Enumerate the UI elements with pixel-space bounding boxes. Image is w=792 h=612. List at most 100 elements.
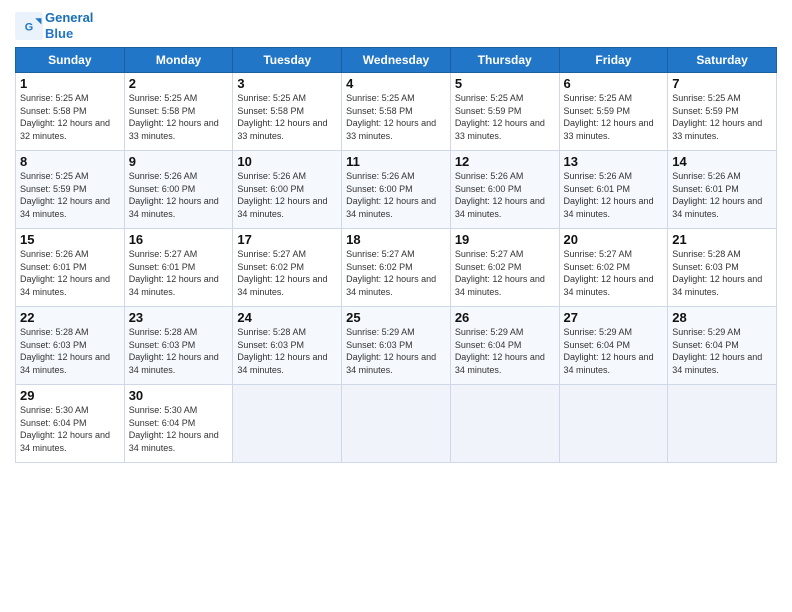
- calendar-cell: 12 Sunrise: 5:26 AMSunset: 6:00 PMDaylig…: [450, 151, 559, 229]
- day-number: 1: [20, 76, 120, 91]
- day-info: Sunrise: 5:26 AMSunset: 6:00 PMDaylight:…: [237, 171, 327, 219]
- calendar-cell: 10 Sunrise: 5:26 AMSunset: 6:00 PMDaylig…: [233, 151, 342, 229]
- calendar-cell: 8 Sunrise: 5:25 AMSunset: 5:59 PMDayligh…: [16, 151, 125, 229]
- calendar-cell: [668, 385, 777, 463]
- day-info: Sunrise: 5:27 AMSunset: 6:01 PMDaylight:…: [129, 249, 219, 297]
- day-info: Sunrise: 5:25 AMSunset: 5:58 PMDaylight:…: [346, 93, 436, 141]
- day-number: 30: [129, 388, 229, 403]
- day-info: Sunrise: 5:26 AMSunset: 6:01 PMDaylight:…: [20, 249, 110, 297]
- day-number: 22: [20, 310, 120, 325]
- day-number: 6: [564, 76, 664, 91]
- calendar-cell: 22 Sunrise: 5:28 AMSunset: 6:03 PMDaylig…: [16, 307, 125, 385]
- col-friday: Friday: [559, 48, 668, 73]
- calendar-cell: 3 Sunrise: 5:25 AMSunset: 5:58 PMDayligh…: [233, 73, 342, 151]
- day-info: Sunrise: 5:28 AMSunset: 6:03 PMDaylight:…: [672, 249, 762, 297]
- day-number: 25: [346, 310, 446, 325]
- day-number: 12: [455, 154, 555, 169]
- day-info: Sunrise: 5:25 AMSunset: 5:59 PMDaylight:…: [20, 171, 110, 219]
- day-number: 2: [129, 76, 229, 91]
- day-number: 4: [346, 76, 446, 91]
- calendar-cell: 23 Sunrise: 5:28 AMSunset: 6:03 PMDaylig…: [124, 307, 233, 385]
- day-info: Sunrise: 5:29 AMSunset: 6:04 PMDaylight:…: [672, 327, 762, 375]
- day-number: 27: [564, 310, 664, 325]
- calendar-cell: [559, 385, 668, 463]
- logo-text: General Blue: [45, 10, 93, 41]
- day-number: 13: [564, 154, 664, 169]
- calendar-cell: 20 Sunrise: 5:27 AMSunset: 6:02 PMDaylig…: [559, 229, 668, 307]
- day-number: 7: [672, 76, 772, 91]
- calendar-cell: 14 Sunrise: 5:26 AMSunset: 6:01 PMDaylig…: [668, 151, 777, 229]
- day-number: 5: [455, 76, 555, 91]
- calendar-cell: 1 Sunrise: 5:25 AMSunset: 5:58 PMDayligh…: [16, 73, 125, 151]
- calendar-week-row: 15 Sunrise: 5:26 AMSunset: 6:01 PMDaylig…: [16, 229, 777, 307]
- calendar-cell: 24 Sunrise: 5:28 AMSunset: 6:03 PMDaylig…: [233, 307, 342, 385]
- calendar-table: Sunday Monday Tuesday Wednesday Thursday…: [15, 47, 777, 463]
- day-info: Sunrise: 5:29 AMSunset: 6:03 PMDaylight:…: [346, 327, 436, 375]
- day-number: 20: [564, 232, 664, 247]
- day-info: Sunrise: 5:25 AMSunset: 5:58 PMDaylight:…: [129, 93, 219, 141]
- day-info: Sunrise: 5:25 AMSunset: 5:59 PMDaylight:…: [672, 93, 762, 141]
- day-number: 8: [20, 154, 120, 169]
- calendar-cell: [342, 385, 451, 463]
- calendar-cell: 21 Sunrise: 5:28 AMSunset: 6:03 PMDaylig…: [668, 229, 777, 307]
- calendar-body: 1 Sunrise: 5:25 AMSunset: 5:58 PMDayligh…: [16, 73, 777, 463]
- day-info: Sunrise: 5:26 AMSunset: 6:00 PMDaylight:…: [129, 171, 219, 219]
- logo: G General Blue: [15, 10, 93, 41]
- day-info: Sunrise: 5:29 AMSunset: 6:04 PMDaylight:…: [564, 327, 654, 375]
- day-info: Sunrise: 5:28 AMSunset: 6:03 PMDaylight:…: [237, 327, 327, 375]
- col-sunday: Sunday: [16, 48, 125, 73]
- day-info: Sunrise: 5:27 AMSunset: 6:02 PMDaylight:…: [237, 249, 327, 297]
- day-number: 18: [346, 232, 446, 247]
- day-number: 29: [20, 388, 120, 403]
- day-number: 17: [237, 232, 337, 247]
- col-saturday: Saturday: [668, 48, 777, 73]
- header: G General Blue: [15, 10, 777, 41]
- calendar-cell: 30 Sunrise: 5:30 AMSunset: 6:04 PMDaylig…: [124, 385, 233, 463]
- day-info: Sunrise: 5:27 AMSunset: 6:02 PMDaylight:…: [455, 249, 545, 297]
- day-number: 14: [672, 154, 772, 169]
- day-number: 26: [455, 310, 555, 325]
- page: G General Blue Sunday Monday Tuesday Wed…: [0, 0, 792, 612]
- day-number: 3: [237, 76, 337, 91]
- day-info: Sunrise: 5:25 AMSunset: 5:59 PMDaylight:…: [455, 93, 545, 141]
- calendar-week-row: 8 Sunrise: 5:25 AMSunset: 5:59 PMDayligh…: [16, 151, 777, 229]
- calendar-cell: 11 Sunrise: 5:26 AMSunset: 6:00 PMDaylig…: [342, 151, 451, 229]
- day-info: Sunrise: 5:27 AMSunset: 6:02 PMDaylight:…: [564, 249, 654, 297]
- day-info: Sunrise: 5:29 AMSunset: 6:04 PMDaylight:…: [455, 327, 545, 375]
- calendar-cell: 9 Sunrise: 5:26 AMSunset: 6:00 PMDayligh…: [124, 151, 233, 229]
- calendar-cell: 18 Sunrise: 5:27 AMSunset: 6:02 PMDaylig…: [342, 229, 451, 307]
- calendar-cell: 2 Sunrise: 5:25 AMSunset: 5:58 PMDayligh…: [124, 73, 233, 151]
- calendar-cell: 6 Sunrise: 5:25 AMSunset: 5:59 PMDayligh…: [559, 73, 668, 151]
- day-number: 16: [129, 232, 229, 247]
- day-number: 23: [129, 310, 229, 325]
- day-info: Sunrise: 5:30 AMSunset: 6:04 PMDaylight:…: [129, 405, 219, 453]
- day-number: 24: [237, 310, 337, 325]
- day-number: 21: [672, 232, 772, 247]
- calendar-cell: 7 Sunrise: 5:25 AMSunset: 5:59 PMDayligh…: [668, 73, 777, 151]
- col-wednesday: Wednesday: [342, 48, 451, 73]
- header-row: Sunday Monday Tuesday Wednesday Thursday…: [16, 48, 777, 73]
- calendar-cell: 13 Sunrise: 5:26 AMSunset: 6:01 PMDaylig…: [559, 151, 668, 229]
- calendar-week-row: 29 Sunrise: 5:30 AMSunset: 6:04 PMDaylig…: [16, 385, 777, 463]
- col-thursday: Thursday: [450, 48, 559, 73]
- day-number: 15: [20, 232, 120, 247]
- calendar-week-row: 22 Sunrise: 5:28 AMSunset: 6:03 PMDaylig…: [16, 307, 777, 385]
- day-info: Sunrise: 5:28 AMSunset: 6:03 PMDaylight:…: [20, 327, 110, 375]
- day-info: Sunrise: 5:26 AMSunset: 6:00 PMDaylight:…: [346, 171, 436, 219]
- day-info: Sunrise: 5:26 AMSunset: 6:01 PMDaylight:…: [564, 171, 654, 219]
- calendar-cell: 5 Sunrise: 5:25 AMSunset: 5:59 PMDayligh…: [450, 73, 559, 151]
- logo-icon: G: [15, 12, 43, 40]
- day-info: Sunrise: 5:28 AMSunset: 6:03 PMDaylight:…: [129, 327, 219, 375]
- day-info: Sunrise: 5:25 AMSunset: 5:59 PMDaylight:…: [564, 93, 654, 141]
- calendar-cell: 28 Sunrise: 5:29 AMSunset: 6:04 PMDaylig…: [668, 307, 777, 385]
- calendar-cell: 16 Sunrise: 5:27 AMSunset: 6:01 PMDaylig…: [124, 229, 233, 307]
- calendar-cell: 26 Sunrise: 5:29 AMSunset: 6:04 PMDaylig…: [450, 307, 559, 385]
- calendar-header: Sunday Monday Tuesday Wednesday Thursday…: [16, 48, 777, 73]
- calendar-cell: 25 Sunrise: 5:29 AMSunset: 6:03 PMDaylig…: [342, 307, 451, 385]
- day-info: Sunrise: 5:27 AMSunset: 6:02 PMDaylight:…: [346, 249, 436, 297]
- calendar-cell: 17 Sunrise: 5:27 AMSunset: 6:02 PMDaylig…: [233, 229, 342, 307]
- day-number: 11: [346, 154, 446, 169]
- calendar-cell: [233, 385, 342, 463]
- day-info: Sunrise: 5:25 AMSunset: 5:58 PMDaylight:…: [20, 93, 110, 141]
- day-number: 9: [129, 154, 229, 169]
